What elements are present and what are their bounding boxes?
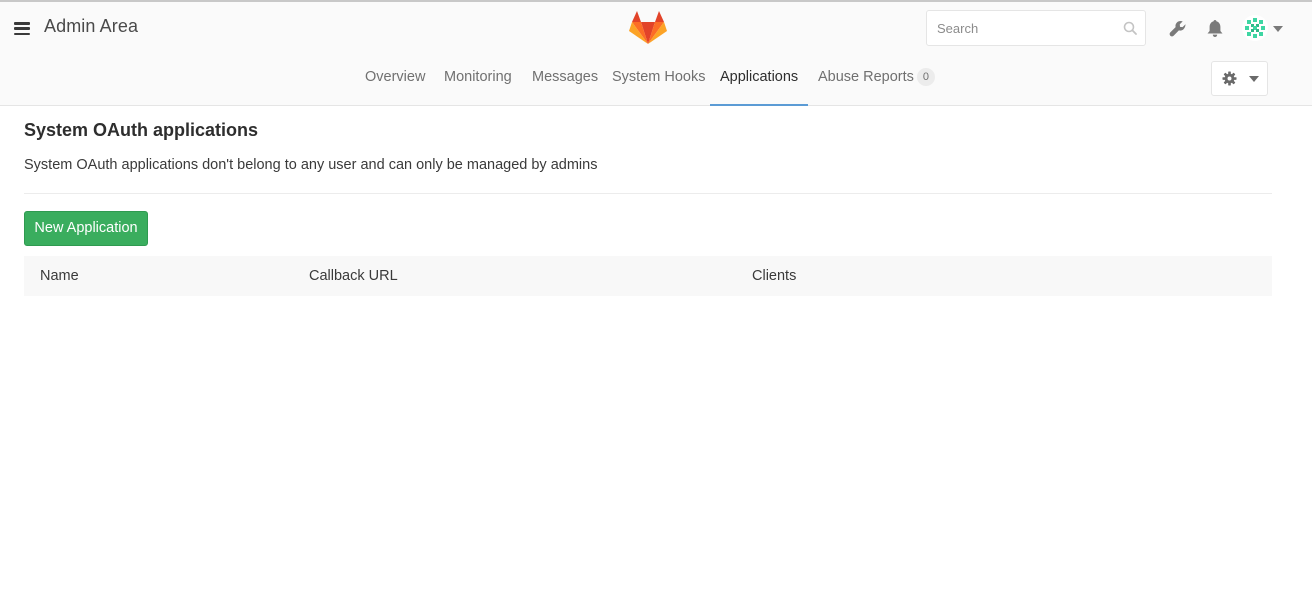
- divider: [24, 193, 1272, 194]
- new-application-button[interactable]: New Application: [24, 211, 148, 246]
- tab-messages[interactable]: Messages: [532, 58, 598, 106]
- column-header-callback-url: Callback URL: [309, 268, 398, 284]
- tab-monitoring[interactable]: Monitoring: [444, 58, 512, 106]
- page-title: System OAuth applications: [24, 120, 259, 140]
- admin-nav-tabs: Overview Monitoring Messages System Hook…: [0, 58, 1312, 106]
- tab-applications[interactable]: Applications: [709, 58, 809, 106]
- page-description: System OAuth applications don't belong t…: [24, 157, 598, 173]
- gitlab-tanuki-icon[interactable]: [629, 11, 667, 45]
- tab-system-hooks[interactable]: System Hooks: [612, 58, 705, 106]
- search-icon: [1123, 21, 1137, 35]
- settings-dropdown-button[interactable]: [1211, 61, 1268, 96]
- tab-overview[interactable]: Overview: [365, 58, 425, 106]
- avatar[interactable]: [1242, 15, 1268, 41]
- applications-table-header: Name Callback URL Clients: [24, 256, 1272, 296]
- top-header: Admin Area Search Overview Monitoring Me…: [0, 2, 1312, 106]
- page-header-title: Admin Area: [44, 16, 139, 36]
- chevron-down-icon[interactable]: [1273, 26, 1283, 32]
- search-box[interactable]: [926, 10, 1146, 46]
- tab-abuse-reports-label: Abuse Reports: [818, 69, 914, 85]
- column-header-clients: Clients: [752, 268, 797, 284]
- wrench-icon[interactable]: [1169, 20, 1187, 38]
- hamburger-menu-icon[interactable]: [14, 22, 30, 36]
- search-input[interactable]: [927, 11, 1117, 45]
- abuse-reports-count-badge: 0: [916, 68, 936, 86]
- column-header-name: Name: [40, 268, 79, 284]
- gear-icon: [1222, 71, 1237, 86]
- tab-abuse-reports[interactable]: Abuse Reports 0: [818, 58, 936, 106]
- chevron-down-icon: [1249, 76, 1259, 82]
- bell-icon[interactable]: [1206, 19, 1224, 38]
